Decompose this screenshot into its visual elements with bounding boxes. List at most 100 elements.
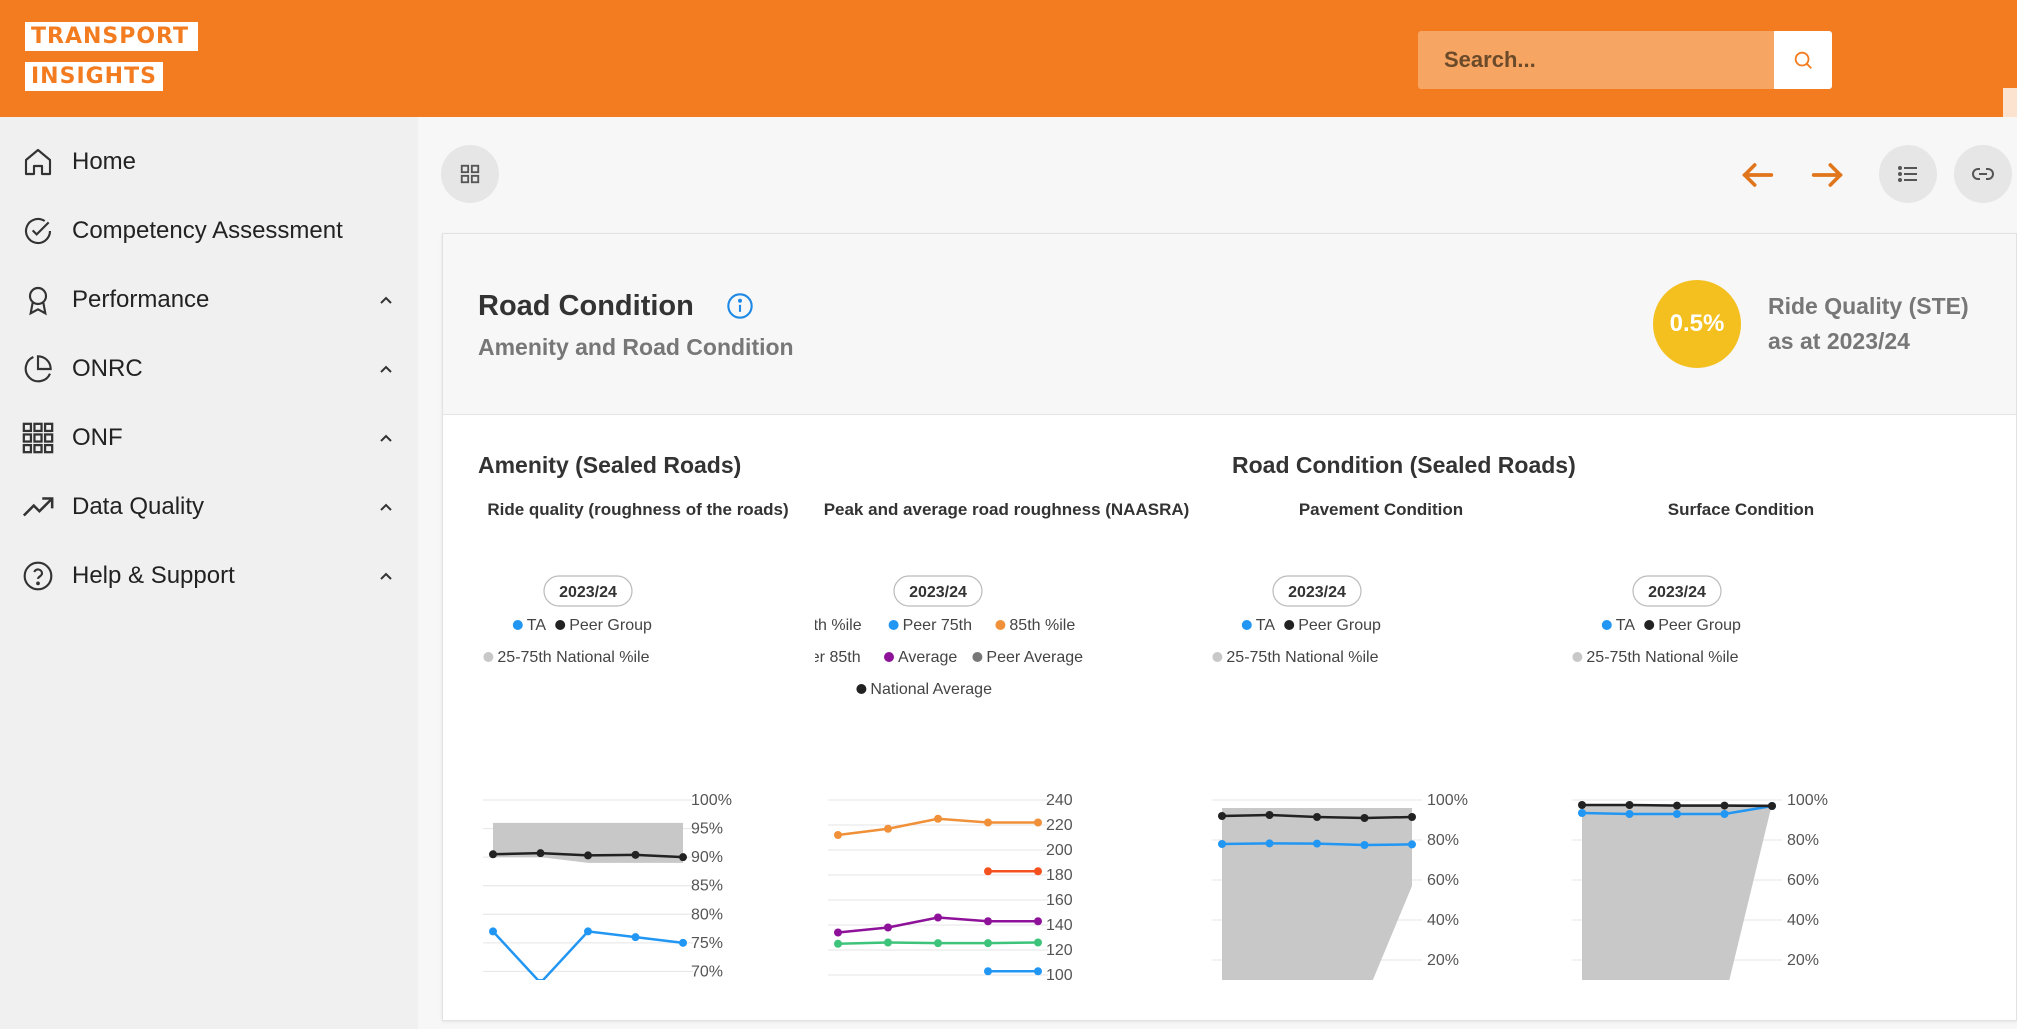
next-button[interactable] (1802, 150, 1852, 200)
legend-marker (1212, 652, 1223, 662)
data-point (1034, 917, 1042, 926)
link-icon (1972, 168, 1994, 180)
sidebar-item-label: Help & Support (72, 562, 235, 589)
sidebar-item-label: ONF (72, 424, 123, 451)
data-point (984, 867, 992, 876)
chevron-up-icon[interactable] (376, 428, 396, 448)
data-point (1625, 810, 1634, 818)
previous-button[interactable] (1733, 150, 1783, 200)
legend-label: 85th %ile (1009, 617, 1075, 634)
data-point (884, 923, 892, 932)
sidebar-item-competency-assessment[interactable]: Competency Assessment (0, 201, 418, 261)
data-point (834, 831, 842, 839)
chevron-up-icon[interactable] (376, 497, 396, 517)
data-point (679, 853, 687, 862)
data-point (584, 851, 592, 860)
y-tick-label: 40% (1427, 912, 1459, 929)
arrow-left-icon (1742, 163, 1774, 187)
data-point (1218, 840, 1226, 848)
data-point (934, 814, 942, 823)
data-point (1578, 801, 1586, 809)
search-icon (1794, 51, 1812, 69)
search-input[interactable] (1418, 31, 1774, 89)
grid-small-icon (460, 164, 480, 184)
share-link-button[interactable] (1954, 145, 2012, 203)
data-point (1034, 938, 1042, 947)
period-badge-label: 2023/24 (1648, 584, 1706, 601)
data-point (1034, 867, 1042, 876)
legend-marker (972, 652, 983, 662)
sidebar-item-data-quality[interactable]: Data Quality (0, 477, 418, 537)
chart-road-roughness: Peak and average road roughness (NAASRA)… (815, 500, 1198, 980)
data-point (834, 928, 842, 937)
y-tick-label: 40% (1787, 912, 1819, 929)
y-tick-label: 160 (1046, 892, 1073, 909)
chevron-up-icon[interactable] (376, 290, 396, 310)
data-point (1218, 812, 1226, 820)
list-view-button[interactable] (1879, 145, 1937, 203)
sidebar-item-label: Home (72, 148, 137, 175)
chevron-up-icon[interactable] (376, 359, 396, 379)
legend-marker (555, 620, 566, 630)
sidebar-item-label: ONRC (72, 355, 143, 382)
legend-marker (1284, 620, 1295, 630)
y-tick-label: 60% (1787, 872, 1819, 889)
home-icon (20, 144, 56, 180)
brand-line-1: TRANSPORT (25, 22, 198, 51)
y-tick-label: 95% (691, 821, 723, 838)
search-button[interactable] (1774, 31, 1832, 89)
legend-label: National Average (870, 681, 992, 698)
card-subtitle: Amenity and Road Condition (478, 334, 794, 360)
legend-marker (995, 620, 1006, 630)
card-title: Road Condition (478, 290, 694, 322)
sidebar-item-onf[interactable]: ONF (0, 408, 418, 468)
legend-marker (1572, 652, 1583, 662)
y-tick-label: 20% (1787, 952, 1819, 969)
legend-label: Average (898, 649, 957, 666)
y-tick-label: 80% (1787, 832, 1819, 849)
data-point (984, 917, 992, 926)
sidebar-item-home[interactable]: Home (0, 132, 418, 192)
chart-canvas: 2023/24 TA Peer Group 25-75th National %ile… (1212, 575, 1468, 980)
y-tick-label: 100% (691, 792, 732, 809)
legend-marker (888, 620, 899, 630)
check-circle-icon (20, 213, 56, 249)
legend-label: Peer Average (986, 649, 1083, 666)
sidebar-item-help-support[interactable]: Help & Support (0, 546, 418, 606)
dashboard-grid-button[interactable] (441, 145, 499, 203)
data-point (934, 939, 942, 948)
legend-label: Peer Group (1658, 617, 1741, 634)
chevron-up-icon[interactable] (376, 566, 396, 586)
data-point (834, 939, 842, 948)
data-point (1360, 841, 1369, 849)
legend-marker (483, 652, 494, 662)
legend-marker (884, 652, 894, 662)
data-point (884, 938, 892, 947)
legend-label: 25-75th National %ile (1226, 649, 1378, 666)
period-badge-label: 2023/24 (909, 584, 967, 601)
data-point (1360, 814, 1369, 822)
data-point (984, 967, 992, 976)
info-icon[interactable] (726, 292, 754, 320)
sidebar-item-label: Data Quality (72, 493, 205, 520)
y-tick-label: 80% (1427, 832, 1459, 849)
sidebar-item-performance[interactable]: Performance (0, 270, 418, 330)
data-point (1625, 801, 1634, 809)
sidebar-item-onrc[interactable]: ONRC (0, 339, 418, 399)
y-tick-label: 100 (1046, 967, 1073, 980)
grid-icon (20, 420, 56, 456)
legend-label: TA (527, 617, 547, 634)
data-point (1408, 813, 1416, 821)
data-point (1313, 839, 1321, 848)
pie-chart-icon (20, 351, 56, 387)
legend-label: Peer Group (569, 617, 652, 634)
y-tick-label: 220 (1046, 817, 1073, 834)
award-icon (20, 282, 56, 318)
y-tick-label: 180 (1046, 867, 1073, 884)
y-tick-label: 120 (1046, 942, 1073, 959)
y-tick-label: 20% (1427, 952, 1459, 969)
data-point (679, 938, 687, 947)
brand-logo[interactable]: TRANSPORT INSIGHTS (25, 22, 198, 91)
series-line (492, 930, 684, 980)
search-box (1418, 31, 1832, 89)
